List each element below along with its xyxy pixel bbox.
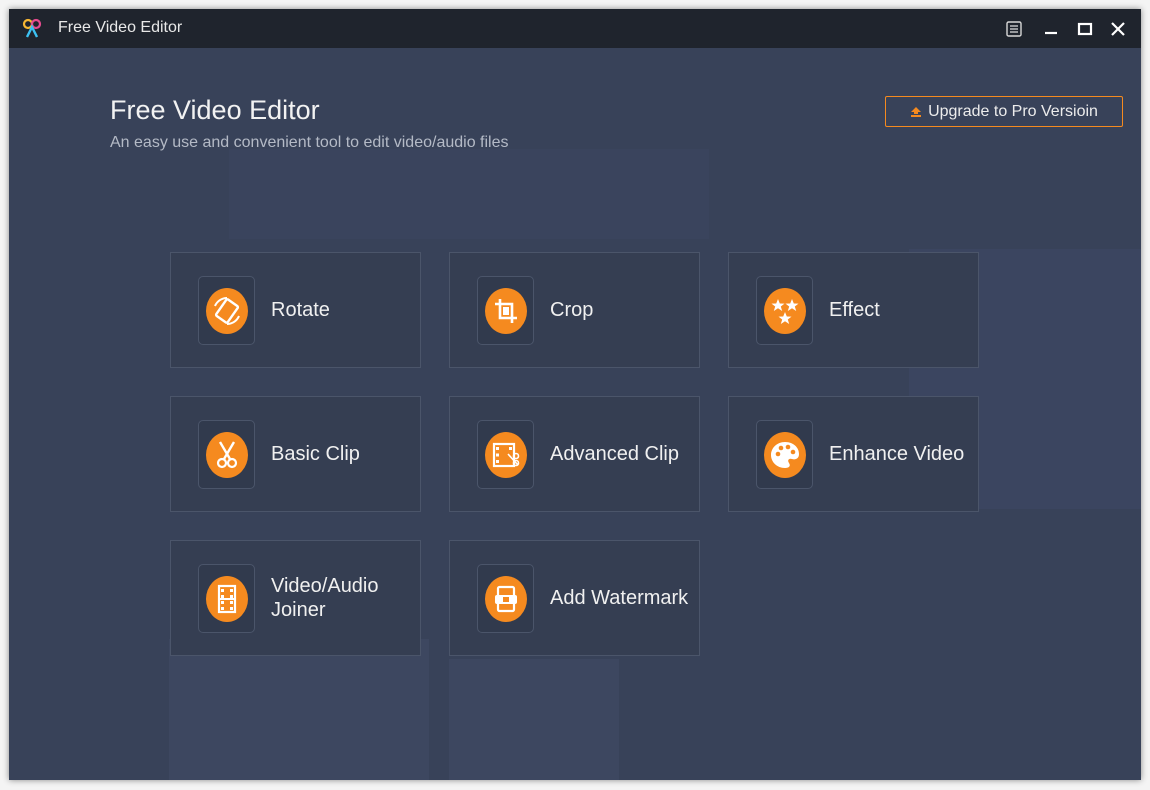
window-title: Free Video Editor (58, 19, 183, 36)
background-shape (169, 639, 429, 780)
tool-tile-video-audio-joiner[interactable]: Video/Audio Joiner (170, 540, 421, 656)
title-bar: Free Video Editor (9, 9, 1141, 48)
tile-icon-frame (198, 276, 255, 345)
palette-icon (764, 432, 806, 478)
minimize-icon (1045, 31, 1057, 35)
menu-icon (1006, 21, 1022, 37)
app-logo-icon (22, 18, 42, 38)
tile-label: Basic Clip (271, 443, 360, 465)
tile-icon-frame (477, 564, 534, 633)
tile-icon-frame (477, 420, 534, 489)
app-window: Free Video Editor Free Video Editor An e… (9, 9, 1141, 780)
tile-label: Add Watermark (550, 587, 689, 609)
effect-icon (764, 288, 806, 334)
tile-icon-frame (756, 276, 813, 345)
advanced-clip-icon (485, 432, 527, 478)
tile-label: Rotate (271, 299, 330, 321)
background-shape (449, 659, 619, 780)
crop-icon (485, 288, 527, 334)
page-subtitle: An easy use and convenient tool to edit … (110, 134, 509, 151)
tool-tile-add-watermark[interactable]: Add Watermark (449, 540, 700, 656)
menu-button[interactable] (1000, 15, 1028, 43)
tool-tile-rotate[interactable]: Rotate (170, 252, 421, 368)
tile-label: Video/Audio Joiner (271, 575, 379, 621)
upgrade-button[interactable]: Upgrade to Pro Versioin (885, 96, 1123, 127)
tile-label: Enhance Video (829, 443, 965, 465)
tool-tile-enhance-video[interactable]: Enhance Video (728, 396, 979, 512)
background-shape (229, 149, 709, 239)
tool-tile-basic-clip[interactable]: Basic Clip (170, 396, 421, 512)
close-icon (1111, 22, 1125, 36)
tool-tile-effect[interactable]: Effect (728, 252, 979, 368)
tile-icon-frame (756, 420, 813, 489)
minimize-button[interactable] (1037, 15, 1065, 43)
tool-tile-crop[interactable]: Crop (449, 252, 700, 368)
tile-icon-frame (198, 564, 255, 633)
page-title: Free Video Editor (110, 95, 320, 125)
tile-label: Advanced Clip (550, 443, 679, 465)
upgrade-label: Upgrade to Pro Versioin (928, 102, 1098, 120)
maximize-button[interactable] (1071, 15, 1099, 43)
scissors-icon (206, 432, 248, 478)
tool-tile-advanced-clip[interactable]: Advanced Clip (449, 396, 700, 512)
film-joiner-icon (206, 576, 248, 622)
tile-icon-frame (477, 276, 534, 345)
maximize-icon (1077, 22, 1093, 36)
rotate-icon (206, 288, 248, 334)
close-button[interactable] (1104, 15, 1132, 43)
tile-icon-frame (198, 420, 255, 489)
upgrade-icon (911, 106, 922, 117)
tile-label: Crop (550, 299, 594, 321)
tile-label: Effect (829, 299, 880, 321)
watermark-icon (485, 576, 527, 622)
